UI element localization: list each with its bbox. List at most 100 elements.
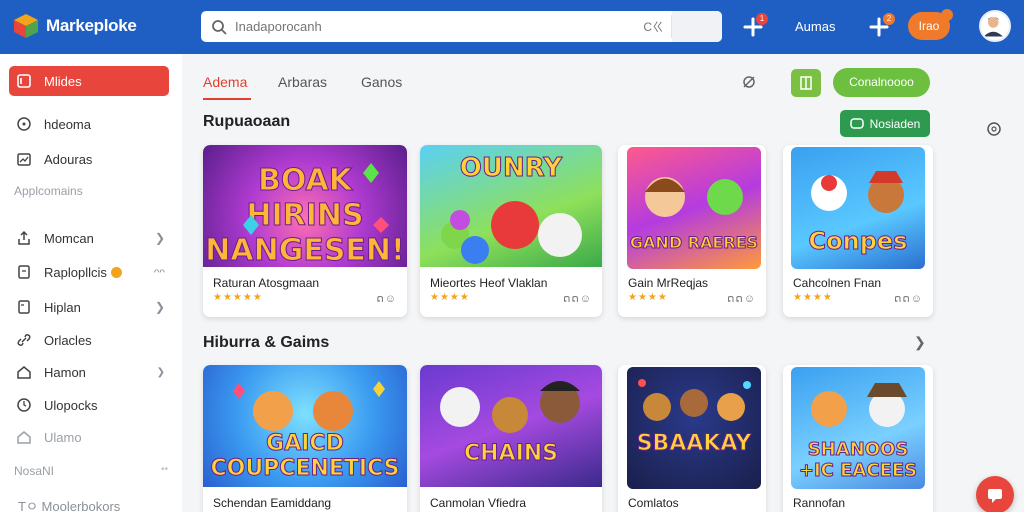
search-bar[interactable]: Cㄍ	[201, 11, 722, 42]
game-card[interactable]: Conpes Cahcolnen Fnan ★★★★ ດດ☺	[783, 145, 933, 317]
characters-icon	[811, 171, 904, 213]
game-title: Schendan Eamiddang	[213, 496, 332, 510]
header-link[interactable]: Aumas	[795, 19, 835, 34]
sidebar-footer-label: Moolerbokors	[41, 499, 121, 512]
section-title: Rupuaoaan	[203, 113, 291, 130]
section-title: Hiburra & Gaims	[203, 334, 330, 351]
avatar[interactable]	[979, 10, 1011, 42]
sidebar-item-adouras[interactable]: Adouras	[9, 144, 169, 174]
rating-stars-icon: ★★★★	[793, 292, 833, 303]
gems-icon	[243, 163, 389, 235]
game-card[interactable]: OUNRY Mieortes Heof Vlaklan ★★★★ ດດ☺	[420, 145, 602, 317]
sidebar-item-label: Raplopllcis	[44, 264, 107, 280]
card-meta-icons: ດດ☺	[894, 293, 923, 305]
characters-icon	[638, 379, 751, 421]
characters-icon	[645, 177, 743, 217]
status-dot-icon	[110, 266, 122, 278]
sidebar-footer-prefix: Tㅇ	[18, 499, 38, 512]
game-thumbnail: CHAINS	[420, 365, 602, 487]
home-icon	[17, 366, 31, 379]
game-card[interactable]: GAICD COUPCENETICS Schendan Eamiddang ດ☺	[203, 365, 407, 512]
rating-stars-icon: ★★★★★	[213, 292, 263, 303]
sidebar-section-caption: NosaNI	[14, 464, 55, 478]
game-title: Canmolan Vfiedra	[430, 496, 527, 510]
link-icon	[17, 334, 31, 346]
circle-icon	[17, 117, 31, 131]
game-art-title: CHAINS	[463, 441, 559, 467]
more-icon: ••	[160, 464, 168, 475]
chevron-right-icon: ❯	[154, 300, 165, 314]
sidebar-item-momcan[interactable]: Momcan ❯	[9, 223, 169, 253]
chat-icon	[849, 117, 864, 129]
sidebar-item-raplopllcis[interactable]: Raplopllcis ᴖᴖ	[9, 257, 169, 287]
chat-icon	[988, 489, 1002, 503]
search-icon	[212, 19, 227, 35]
game-thumbnail: SBAAKAY	[627, 367, 761, 489]
app-logo[interactable]: Markeploke	[12, 12, 137, 40]
game-card[interactable]: SBAAKAY Comlatos ດ☺	[618, 365, 766, 512]
tab-arbaras[interactable]: Arbaras	[278, 74, 327, 90]
game-title: Cahcolnen Fnan	[793, 276, 882, 290]
sidebar-item-label: Hiplan	[44, 299, 81, 315]
search-shortcut: Cㄍ	[643, 20, 664, 34]
sidebar-item-ulopocks[interactable]: Ulopocks	[9, 390, 169, 420]
rating-stars-icon: ★★★★	[628, 292, 668, 303]
sidebar-item-ulamo[interactable]: Ulamo	[9, 422, 169, 452]
doc-icon	[18, 300, 30, 314]
game-title: Gain MrReqjas	[628, 276, 709, 290]
sidebar-item-hiplan[interactable]: Hiplan ❯	[9, 292, 169, 322]
characters-icon	[440, 381, 580, 433]
active-tab-indicator	[203, 98, 251, 100]
home-icon	[17, 431, 31, 444]
cube-logo-icon	[14, 14, 38, 38]
notification-badge: 1	[756, 13, 768, 25]
secondary-action-label: Nosiaden	[869, 116, 921, 131]
sidebar-item-label: Ulopocks	[44, 397, 98, 413]
chevron-right-icon: ❯	[154, 231, 165, 245]
game-thumbnail: GAND RAERES	[627, 147, 761, 269]
secondary-action-button[interactable]: Nosiaden	[840, 110, 930, 137]
game-card[interactable]: BOAK HIRINS NANGESEN! Raturan Atosgmaan …	[203, 145, 407, 317]
grid-icon	[800, 76, 812, 90]
game-thumbnail: Conpes	[791, 147, 925, 269]
characters-icon	[811, 383, 907, 427]
bookmark-icon	[17, 74, 31, 88]
game-art-title: SHANOOS +IC EACEES	[798, 439, 918, 482]
game-card[interactable]: CHAINS Canmolan Vfiedra	[420, 365, 602, 512]
grid-view-button[interactable]	[791, 69, 821, 97]
sidebar-item-hdeoma[interactable]: hdeoma	[9, 109, 169, 139]
chevron-right-icon: ❯	[156, 366, 165, 378]
card-meta-icons: ດດ☺	[563, 293, 592, 305]
rating-stars-icon: ★★★★	[430, 292, 470, 303]
chat-fab-button[interactable]	[976, 476, 1014, 512]
card-meta-icons: ດດ☺	[727, 293, 756, 305]
tab-adema[interactable]: Adema	[203, 74, 247, 90]
game-title: Mieortes Heof Vlaklan	[430, 276, 548, 290]
game-thumbnail: GAICD COUPCENETICS	[203, 365, 407, 487]
more-icon: ᴖᴖ	[153, 266, 165, 278]
help-icon[interactable]	[986, 121, 1002, 137]
filter-icon[interactable]	[740, 74, 758, 90]
game-card[interactable]: SHANOOS +IC EACEES Rannofan	[783, 365, 933, 512]
sidebar-item-orlacles[interactable]: Orlacles	[9, 325, 169, 355]
sidebar-item-label: hdeoma	[44, 116, 91, 132]
characters-icon	[233, 381, 385, 431]
sidebar-item-mlides[interactable]: Mlides	[9, 66, 169, 96]
sidebar-footer[interactable]: Tㅇ Moolerbokors	[18, 496, 120, 512]
game-art-title: SBAAKAY	[636, 431, 752, 457]
document-icon	[18, 265, 30, 279]
search-submit-button[interactable]	[672, 11, 722, 42]
primary-action-button[interactable]: Conalnoooo	[833, 68, 930, 97]
sidebar-item-hamon[interactable]: Hamon ❯	[9, 357, 169, 387]
game-art-title: GAICD COUPCENETICS	[210, 431, 400, 482]
game-card[interactable]: GAND RAERES Gain MrReqjas ★★★★ ດດ☺	[618, 145, 766, 317]
game-thumbnail: SHANOOS +IC EACEES	[791, 367, 925, 489]
tab-ganos[interactable]: Ganos	[361, 74, 402, 90]
chevron-right-icon[interactable]: ❯	[914, 334, 926, 351]
sidebar: Mlides hdeoma Adouras Applcomains Momcan…	[0, 54, 182, 512]
image-icon	[17, 153, 31, 166]
sidebar-item-label: Hamon	[44, 364, 86, 380]
sidebar-item-label: Ulamo	[44, 429, 82, 445]
game-thumbnail: OUNRY	[420, 145, 602, 267]
search-input[interactable]	[235, 19, 635, 34]
